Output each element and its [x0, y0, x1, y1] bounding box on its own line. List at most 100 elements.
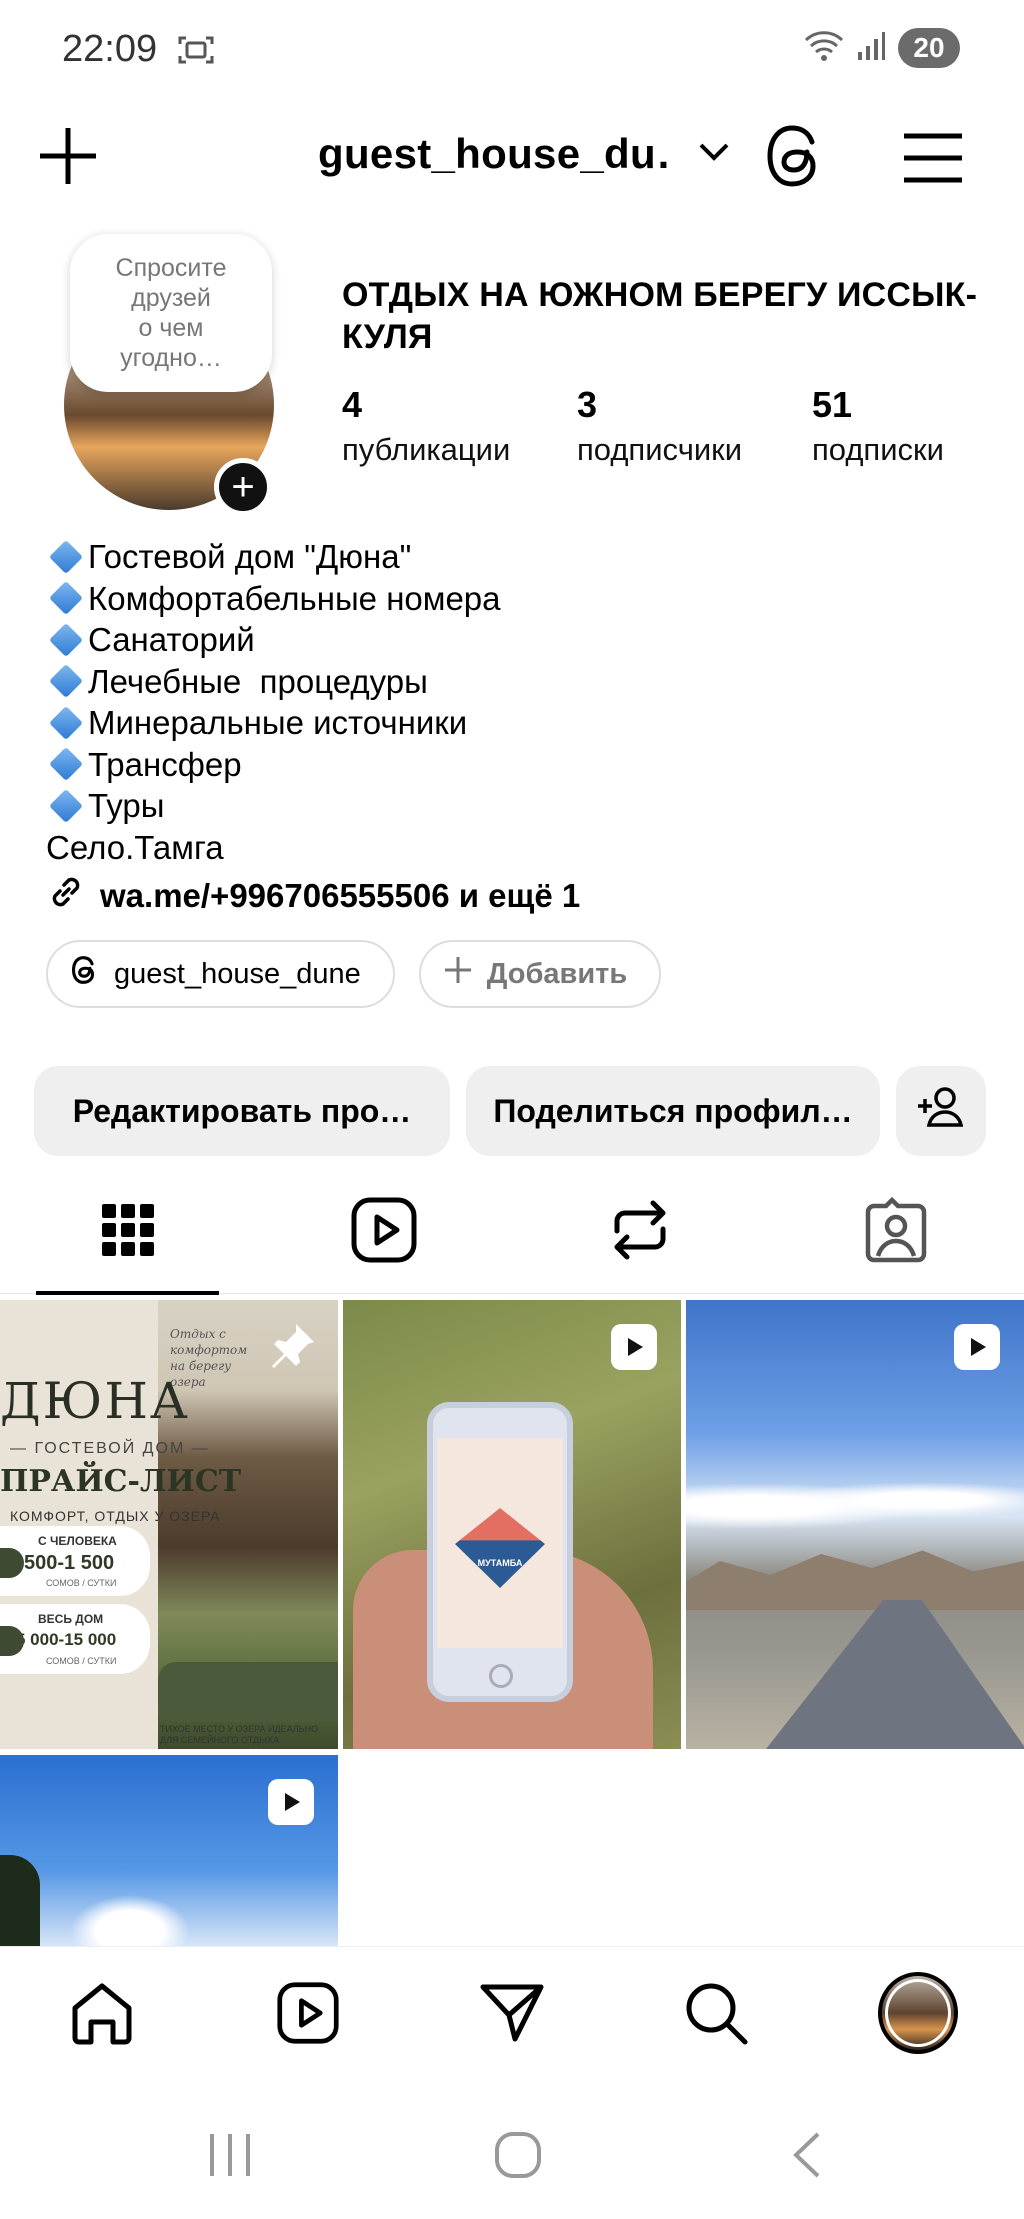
bio-location: Село.Тамга [46, 827, 986, 869]
status-bar: 22:09 20 [0, 0, 1024, 100]
edit-profile-button[interactable]: Редактировать про… [34, 1066, 450, 1156]
tree [0, 1855, 40, 1946]
threads-icon[interactable] [762, 120, 830, 192]
add-story-icon[interactable]: + [214, 458, 272, 516]
tab-reposts[interactable] [600, 1190, 680, 1270]
post-tagline: КОМФОРТ, ОТДЫХ У ОЗЕРА [10, 1508, 221, 1524]
reels-icon[interactable] [268, 1973, 348, 2053]
profile-header: guest_house_du… [0, 110, 1024, 210]
bio-line: Трансфер [46, 744, 986, 786]
home-button-icon[interactable] [478, 2120, 558, 2190]
mountains [686, 1550, 1024, 1610]
threads-icon [70, 954, 100, 994]
account-switcher[interactable]: guest_house_du… [318, 130, 730, 178]
price-unit: СОМОВ / СУТКИ [46, 1578, 117, 1588]
home-button [489, 1664, 513, 1688]
post-subtitle: — ГОСТЕВОЙ ДОМ — [10, 1440, 210, 1457]
profile-avatar-small[interactable] [878, 1972, 958, 2054]
blue-diamond-icon [46, 747, 86, 782]
repost-icon [614, 1200, 666, 1260]
blue-diamond-icon [46, 664, 86, 699]
cloud [70, 1895, 190, 1946]
price-label: ВЕСЬ ДОМ [38, 1612, 104, 1626]
screenshot-icon [176, 32, 216, 73]
post-price-list[interactable]: Отдых с комфортом на берегу озера ДЮНА —… [0, 1300, 338, 1749]
note-text: Спросите друзей о чем угодно… [115, 254, 227, 372]
tab-grid[interactable] [88, 1190, 168, 1270]
add-chip[interactable]: Добавить [418, 940, 662, 1008]
bio-text: Туры [88, 787, 165, 824]
app-logo [455, 1508, 545, 1588]
tab-reels[interactable] [344, 1190, 424, 1270]
note-bubble[interactable]: Спросите друзей о чем угодно… [70, 234, 272, 392]
bio-text: Гостевой дом "Дюна" [88, 538, 412, 575]
recent-apps-icon[interactable] [190, 2120, 270, 2190]
bio-line: Гостевой дом "Дюна" [46, 536, 986, 578]
threads-chip-label: guest_house_dune [114, 957, 361, 990]
home-icon[interactable] [62, 1973, 142, 2053]
blue-diamond-icon [46, 581, 86, 616]
bio-line: Комфортабельные номера [46, 578, 986, 620]
add-chip-label: Добавить [486, 957, 628, 990]
blue-diamond-icon [46, 788, 86, 823]
username[interactable]: guest_house_du… [318, 130, 670, 178]
phone-screen: МУТАМБА [437, 1438, 563, 1648]
reels-icon [351, 1197, 417, 1263]
stat-followers[interactable]: 3 подписчики [577, 382, 812, 472]
tagged-icon [865, 1196, 927, 1263]
plus-icon [443, 955, 473, 993]
price-label: С ЧЕЛОВЕКА [38, 1534, 117, 1548]
profile-stats: 4 публикации 3 подписчики 51 подписки [342, 382, 982, 472]
profile-actions: Редактировать про… Поделиться профил… [34, 1066, 986, 1156]
search-icon[interactable] [676, 1973, 756, 2053]
bio-line: Минеральные источники [46, 702, 986, 744]
post-title: ДЮНА [0, 1372, 190, 1430]
price-value: 5 000-15 000 [16, 1630, 117, 1649]
stat-posts[interactable]: 4 публикации [342, 382, 577, 472]
system-navigation [0, 2080, 1024, 2219]
back-icon[interactable] [766, 2120, 846, 2190]
reel-badge-icon [268, 1779, 314, 1825]
price-value: 500-1 500 [24, 1552, 115, 1574]
stat-following-count: 51 [812, 384, 853, 425]
bio-line: Санаторий [46, 619, 986, 661]
amenities-bar [158, 1662, 338, 1722]
threads-chip[interactable]: guest_house_dune [46, 940, 395, 1008]
link-text[interactable]: wa.me/+996706555506 и ещё 1 [100, 877, 580, 915]
bio-link[interactable]: wa.me/+996706555506 и ещё 1 [46, 872, 580, 920]
stat-posts-count: 4 [342, 384, 363, 425]
plus-icon[interactable] [36, 124, 100, 188]
bio-text: Трансфер [88, 745, 242, 783]
profile-name: ОТДЫХ НА ЮЖНОМ БЕРЕГУ ИССЫК-КУЛЯ [342, 276, 978, 356]
add-person-icon [917, 1085, 965, 1137]
signal-icon [856, 30, 886, 67]
bio-line: Туры [46, 785, 986, 827]
profile-bio: Гостевой дом "Дюна" Комфортабельные номе… [46, 536, 986, 868]
status-time: 22:09 [62, 28, 158, 70]
post-sky-video[interactable] [0, 1755, 338, 1946]
discover-people-button[interactable] [896, 1066, 986, 1156]
wifi-icon [804, 30, 844, 67]
blue-diamond-icon [46, 539, 86, 574]
bio-text: Минеральные источники [88, 704, 468, 741]
chevron-down-icon[interactable] [698, 142, 730, 167]
share-profile-button[interactable]: Поделиться профил… [466, 1066, 880, 1156]
post-road-video[interactable] [686, 1300, 1024, 1749]
status-icons: 20 [804, 28, 960, 68]
stat-posts-label: публикации [342, 432, 511, 467]
battery-indicator: 20 [898, 28, 960, 68]
tab-tagged[interactable] [856, 1190, 936, 1270]
blue-diamond-icon [46, 705, 86, 740]
bio-text: Санаторий [88, 621, 255, 658]
price-unit: СОМОВ / СУТКИ [46, 1656, 117, 1666]
grid-icon [102, 1204, 154, 1256]
menu-icon[interactable] [902, 128, 964, 188]
bottom-navigation [0, 1946, 1024, 2080]
direct-icon[interactable] [472, 1973, 552, 2053]
profile-tab[interactable] [878, 1972, 958, 2054]
phone-photo: МУТАМБА [427, 1402, 573, 1702]
post-phone-video[interactable]: МУТАМБА [343, 1300, 681, 1749]
road [766, 1600, 1024, 1749]
post-address: ТИХОЕ МЕСТО У ОЗЕРА ИДЕАЛЬНО ДЛЯ СЕМЕЙНО… [160, 1724, 319, 1745]
stat-following[interactable]: 51 подписки [812, 382, 982, 472]
